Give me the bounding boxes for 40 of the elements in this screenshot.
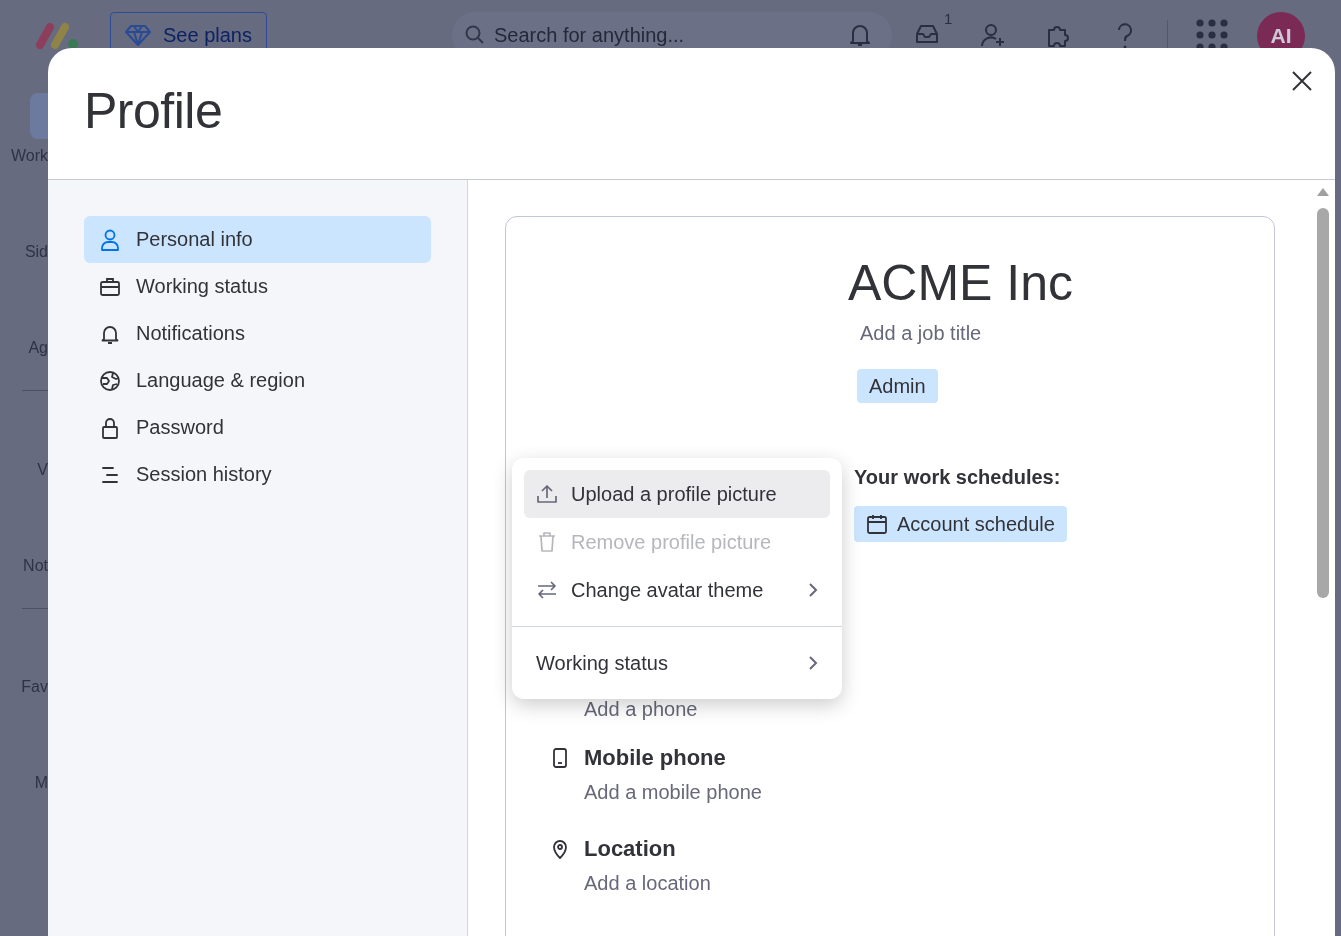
schedule-chip[interactable]: Account schedule xyxy=(854,506,1067,542)
menu-item[interactable]: Working status xyxy=(524,639,830,687)
schedules-heading: Your work schedules: xyxy=(854,466,1061,489)
diamond-icon xyxy=(125,24,151,46)
briefcase-icon xyxy=(99,275,121,298)
upload-icon xyxy=(536,483,558,505)
scrollbar-thumb[interactable] xyxy=(1317,208,1329,598)
help-icon[interactable] xyxy=(1115,22,1135,50)
profile-name[interactable]: ACME Inc xyxy=(848,253,1074,313)
field-label: Mobile phone xyxy=(584,744,727,772)
field-input[interactable]: Add a mobile phone xyxy=(584,777,884,807)
close-icon[interactable] xyxy=(1292,71,1312,91)
nav-item[interactable]: Password xyxy=(84,404,431,451)
lock-icon xyxy=(99,416,121,439)
person-icon xyxy=(99,228,121,251)
logo-icon[interactable] xyxy=(35,21,81,51)
nav-item[interactable]: Language & region xyxy=(84,357,431,404)
notification-count: 1 xyxy=(944,10,953,27)
globe-icon xyxy=(99,369,121,392)
nav-item[interactable]: Session history xyxy=(84,451,431,498)
person-add-icon[interactable] xyxy=(980,22,1006,48)
trash-icon xyxy=(536,531,558,553)
nav-item[interactable]: Notifications xyxy=(84,310,431,357)
calendar-icon xyxy=(866,513,888,535)
menu-item[interactable]: Change avatar theme xyxy=(524,566,830,614)
bell-icon[interactable] xyxy=(848,22,872,48)
swap-arrows-icon xyxy=(536,579,558,601)
field-input[interactable]: Add a phone xyxy=(584,694,884,724)
nav-item[interactable]: Working status xyxy=(84,263,431,310)
inbox-icon[interactable] xyxy=(914,22,940,46)
location-pin-icon xyxy=(552,839,568,859)
scroll-up-arrow-icon[interactable] xyxy=(1317,188,1329,196)
mobile-phone-icon xyxy=(552,748,568,768)
menu-item[interactable]: Upload a profile picture xyxy=(524,470,830,518)
field-label: Location xyxy=(584,835,677,863)
nav-item[interactable]: Personal info xyxy=(84,216,431,263)
role-tag: Admin xyxy=(857,369,938,403)
field-input[interactable]: Add a location xyxy=(584,868,884,898)
dialog-title: Profile xyxy=(84,82,223,140)
search-icon xyxy=(465,25,485,45)
